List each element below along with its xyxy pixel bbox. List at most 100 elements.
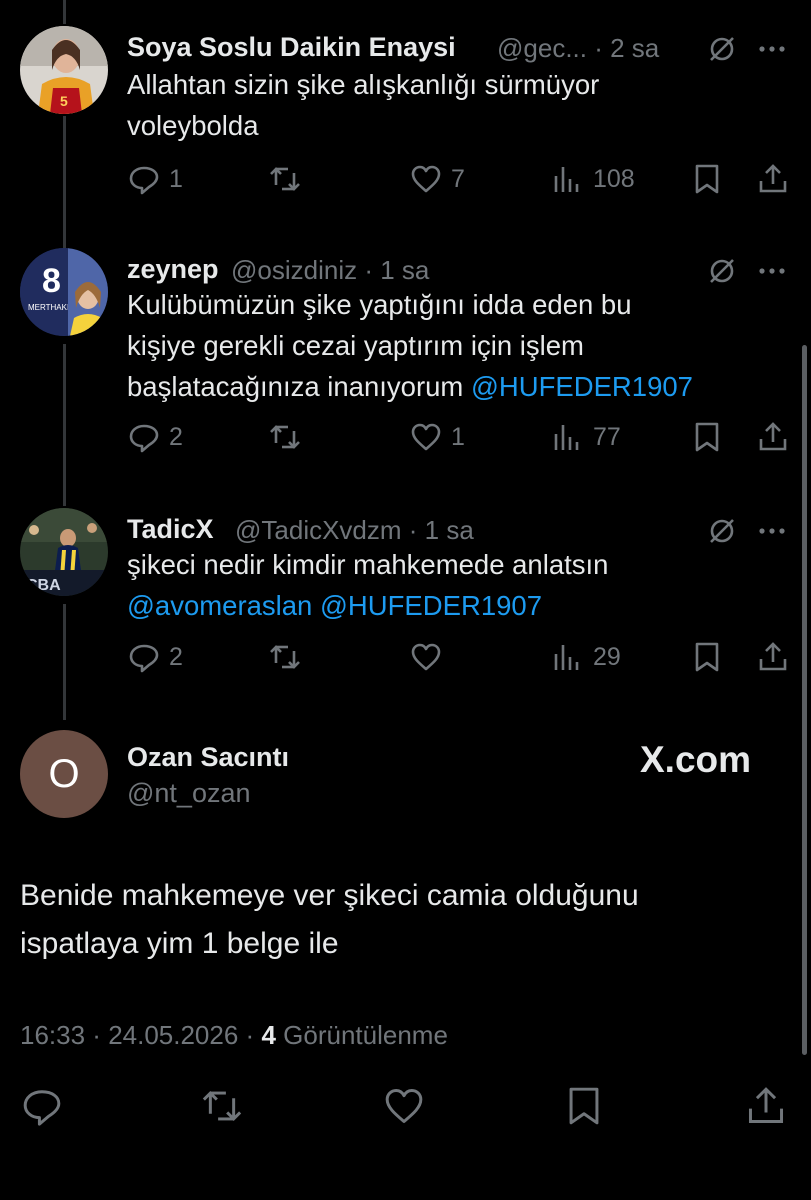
reply-icon xyxy=(129,424,159,453)
bookmark-button[interactable] xyxy=(562,1084,606,1128)
avatar[interactable]: CBA xyxy=(20,508,108,596)
post-text: Benide mahkemeye ver şikeci camia olduğu… xyxy=(20,872,771,968)
author-handle[interactable]: @nt_ozan xyxy=(127,778,251,809)
more-icon[interactable] xyxy=(755,254,789,288)
action-bar: 1 7 108 xyxy=(127,158,811,200)
mention-link[interactable]: @HUFEDER1907 xyxy=(320,590,542,621)
retweet-icon xyxy=(270,645,300,669)
retweet-button[interactable] xyxy=(268,158,310,200)
like-count: 1 xyxy=(451,422,465,451)
reply-button[interactable] xyxy=(20,1084,64,1128)
bookmark-button[interactable] xyxy=(690,636,724,678)
tweet-text-line: kişiye gerekli cezai yaptırım için işlem xyxy=(127,330,584,361)
share-icon xyxy=(759,642,787,671)
like-button[interactable]: 7 xyxy=(409,158,465,200)
handle-text: @osizdiniz xyxy=(231,255,358,285)
post-action-bar xyxy=(0,1084,811,1130)
reply-button[interactable]: 2 xyxy=(127,416,183,458)
share-icon xyxy=(759,422,787,451)
post-date[interactable]: 24.05.2026 xyxy=(108,1020,238,1050)
bookmark-icon xyxy=(695,642,719,672)
tweet-text: Kulübümüzün şike yaptığını idda eden bu … xyxy=(127,284,771,407)
avatar[interactable]: 8 MERTHAKIN xyxy=(20,248,108,336)
like-count: 7 xyxy=(451,164,465,193)
share-button[interactable] xyxy=(756,636,790,678)
scrollbar[interactable] xyxy=(802,345,807,1055)
views-button[interactable]: 29 xyxy=(551,636,621,678)
heart-icon xyxy=(411,643,441,671)
tweet-text-line: Allahtan sizin şike alışkanlığı sürmüyor xyxy=(127,69,600,100)
post-text-line: Benide mahkemeye ver şikeci camia olduğu… xyxy=(20,879,639,912)
x-com-watermark: X.com xyxy=(640,739,752,780)
reply-button[interactable]: 1 xyxy=(127,158,183,200)
more-icon[interactable] xyxy=(755,32,789,66)
share-button[interactable] xyxy=(744,1084,788,1128)
author-name[interactable]: Ozan Sacıntı xyxy=(127,742,289,773)
reply-count: 1 xyxy=(169,164,183,193)
like-button[interactable] xyxy=(409,636,451,678)
grok-icon[interactable] xyxy=(705,514,739,548)
tweet-header: Soya Soslu Daikin Enaysi @gec... · 2 sa xyxy=(127,26,811,66)
views-label: Görüntülenme xyxy=(283,1020,448,1050)
handle-text: @gec... xyxy=(497,33,587,63)
share-icon xyxy=(748,1087,784,1124)
tweet-text-line: şikeci nedir kimdir mahkemede anlatsın xyxy=(127,549,609,580)
author-handle[interactable]: @osizdiniz · 1 sa xyxy=(231,255,429,286)
author-name[interactable]: zeynep xyxy=(127,254,219,285)
mention-link[interactable]: @avomeraslan xyxy=(127,590,312,621)
post-text-line: ispatlaya yim 1 belge ile xyxy=(20,927,339,960)
bookmark-icon xyxy=(695,164,719,194)
share-icon xyxy=(759,164,787,193)
reply-icon xyxy=(23,1090,61,1126)
reply-count: 2 xyxy=(169,422,183,451)
tweet-text: Allahtan sizin şike alışkanlığı sürmüyor… xyxy=(127,64,771,146)
views-count: 29 xyxy=(593,642,621,671)
author-handle[interactable]: @TadicXvdzm · 1 sa xyxy=(235,515,474,546)
author-name[interactable]: TadicX xyxy=(127,514,214,545)
reply-icon xyxy=(129,166,159,195)
bookmark-button[interactable] xyxy=(690,416,724,458)
reply-tweet[interactable]: 8 MERTHAKIN zeynep @osizdiniz · 1 sa Kul… xyxy=(0,248,811,468)
views-count: 108 xyxy=(593,164,635,193)
views-icon xyxy=(554,425,579,450)
reply-count: 2 xyxy=(169,642,183,671)
bookmark-icon xyxy=(695,422,719,452)
tweet-time: · 2 sa xyxy=(594,33,660,63)
mention-link[interactable]: @HUFEDER1907 xyxy=(471,371,693,402)
tweet-header: zeynep @osizdiniz · 1 sa xyxy=(127,248,811,288)
author-name[interactable]: Soya Soslu Daikin Enaysi xyxy=(127,32,456,63)
retweet-button[interactable] xyxy=(200,1084,244,1128)
tweet-text-line: başlatacağınıza inanıyorum @HUFEDER1907 xyxy=(127,366,771,407)
retweet-icon xyxy=(270,167,300,191)
retweet-button[interactable] xyxy=(268,416,310,458)
like-button[interactable]: 1 xyxy=(409,416,465,458)
bookmark-icon xyxy=(569,1087,599,1125)
retweet-button[interactable] xyxy=(268,636,310,678)
grok-icon[interactable] xyxy=(705,32,739,66)
share-button[interactable] xyxy=(756,158,790,200)
author-handle[interactable]: @gec... · 2 sa xyxy=(497,33,659,64)
tweet-time: · 1 sa xyxy=(364,255,430,285)
svg-text:CBA: CBA xyxy=(26,577,61,594)
avatar[interactable]: O xyxy=(20,730,108,818)
more-icon[interactable] xyxy=(755,514,789,548)
svg-text:8: 8 xyxy=(42,262,61,300)
tweet-text-line: Kulübümüzün şike yaptığını idda eden bu xyxy=(127,289,632,320)
reply-button[interactable]: 2 xyxy=(127,636,183,678)
bookmark-button[interactable] xyxy=(690,158,724,200)
grok-icon[interactable] xyxy=(705,254,739,288)
reply-tweet[interactable]: 5 Soya Soslu Daikin Enaysi @gec... · 2 s… xyxy=(0,26,811,206)
post-time[interactable]: 16:33 xyxy=(20,1020,85,1050)
heart-icon xyxy=(411,423,441,451)
reply-tweet[interactable]: CBA TadicX @TadicXvdzm · 1 sa şikeci ned… xyxy=(0,508,811,688)
tweet-text-fragment: başlatacağınıza inanıyorum xyxy=(127,371,464,402)
views-count: 4 xyxy=(261,1020,276,1050)
heart-icon xyxy=(411,165,441,193)
share-button[interactable] xyxy=(756,416,790,458)
retweet-icon xyxy=(202,1090,242,1122)
like-button[interactable] xyxy=(382,1084,426,1128)
avatar[interactable]: 5 xyxy=(20,26,108,114)
views-button[interactable]: 108 xyxy=(551,158,635,200)
retweet-icon xyxy=(270,425,300,449)
views-button[interactable]: 77 xyxy=(551,416,621,458)
